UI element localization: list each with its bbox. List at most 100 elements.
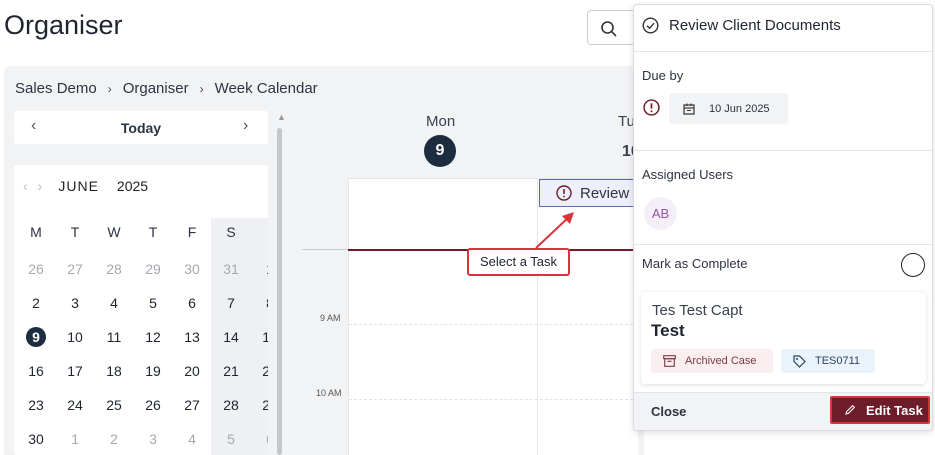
divider <box>634 150 932 151</box>
calendar-day[interactable]: 6 <box>180 295 204 311</box>
calendar-day[interactable]: 27 <box>63 261 87 277</box>
calendar-day[interactable]: 30 <box>180 261 204 277</box>
page-title: Organiser <box>4 10 123 40</box>
search-icon <box>601 21 617 37</box>
calendar-day[interactable]: 15 <box>258 329 268 345</box>
overdue-alert-icon <box>643 99 660 116</box>
archived-case-tag: Archived Case <box>651 349 773 373</box>
today-button[interactable]: Today <box>14 120 268 136</box>
mark-complete-label: Mark as Complete <box>642 256 748 271</box>
case-subtitle: Tes Test Capt <box>652 302 743 319</box>
assigned-users-label: Assigned Users <box>642 167 734 182</box>
breadcrumb-item-sales-demo[interactable]: Sales Demo <box>15 80 97 97</box>
divider <box>634 51 932 52</box>
calendar-day[interactable]: 1 <box>258 261 268 277</box>
calendar-day[interactable]: 29 <box>141 261 165 277</box>
task-detail-popover: Review Client Documents Due by 10 Jun 20… <box>633 4 933 431</box>
scroll-up-icon[interactable]: ▲ <box>277 112 286 122</box>
task-title: Review Client Documents <box>669 17 841 34</box>
month-calendar: ‹ › JUNE 2025 M T W T F S 26272829303112… <box>14 165 268 455</box>
calendar-day[interactable]: 5 <box>141 295 165 311</box>
weekday-header: S <box>226 224 236 240</box>
calendar-day[interactable]: 25 <box>102 397 126 413</box>
check-circle-icon <box>642 17 659 34</box>
all-day-divider <box>302 249 348 250</box>
hour-line <box>349 324 638 325</box>
breadcrumb-item-organiser[interactable]: Organiser <box>123 80 189 97</box>
task-event-chip[interactable]: Review <box>539 179 635 207</box>
calendar-day[interactable]: 4 <box>102 295 126 311</box>
calendar-day[interactable]: 6 <box>258 431 268 447</box>
calendar-day[interactable]: 3 <box>141 431 165 447</box>
tag-icon <box>793 354 806 368</box>
scrollbar[interactable] <box>277 128 282 455</box>
breadcrumb-item-week-calendar: Week Calendar <box>214 80 318 97</box>
calendar-day-today[interactable]: 9 <box>26 327 46 347</box>
calendar-day[interactable]: 4 <box>180 431 204 447</box>
calendar-day[interactable]: 1 <box>63 431 87 447</box>
calendar-day[interactable]: 11 <box>102 329 126 345</box>
calendar-day[interactable]: 29 <box>258 397 268 413</box>
edit-task-button[interactable]: Edit Task <box>830 396 930 424</box>
calendar-day[interactable]: 24 <box>63 397 87 413</box>
date-navigator: ‹ Today › <box>14 111 268 144</box>
calendar-day[interactable]: 2 <box>24 295 48 311</box>
weekday-header: F <box>187 224 197 240</box>
calendar-day[interactable]: 8 <box>258 295 268 311</box>
weekday-header: M <box>30 224 42 240</box>
case-reference-label: TES0711 <box>815 355 861 367</box>
calendar-icon <box>683 103 695 115</box>
calendar-day[interactable]: 5 <box>219 431 243 447</box>
time-label-10am: 10 AM <box>316 388 342 398</box>
due-date-chip[interactable]: 10 Jun 2025 <box>669 93 788 124</box>
calendar-day[interactable]: 28 <box>102 261 126 277</box>
mark-complete-toggle[interactable] <box>901 253 925 277</box>
calendar-day[interactable]: 26 <box>141 397 165 413</box>
calendar-day[interactable]: 21 <box>219 363 243 379</box>
calendar-day[interactable]: 28 <box>219 397 243 413</box>
calendar-day[interactable]: 30 <box>24 431 48 447</box>
day-header-mon: Mon <box>426 113 456 130</box>
calendar-day[interactable]: 31 <box>219 261 243 277</box>
month-label[interactable]: JUNE <box>58 178 99 194</box>
user-avatar[interactable]: AB <box>644 197 677 230</box>
next-month-icon[interactable]: › <box>38 178 43 194</box>
calendar-day[interactable]: 19 <box>141 363 165 379</box>
calendar-day[interactable]: 2 <box>102 431 126 447</box>
month-header: ‹ › JUNE 2025 <box>23 178 148 194</box>
case-title: Test <box>651 321 685 340</box>
weekday-header: W <box>107 224 121 240</box>
alert-circle-icon <box>556 185 572 201</box>
calendar-day[interactable]: 13 <box>180 329 204 345</box>
calendar-day[interactable]: 23 <box>24 397 48 413</box>
calendar-day[interactable]: 18 <box>102 363 126 379</box>
year-label[interactable]: 2025 <box>117 178 148 194</box>
calendar-day[interactable]: 12 <box>141 329 165 345</box>
week-grid[interactable] <box>348 178 638 455</box>
calendar-day[interactable]: 26 <box>24 261 48 277</box>
calendar-day[interactable]: 22 <box>258 363 268 379</box>
close-button[interactable]: Close <box>651 404 686 419</box>
previous-month-icon[interactable]: ‹ <box>23 178 28 194</box>
task-chip-label: Review <box>580 184 630 202</box>
popover-header: Review Client Documents <box>642 17 841 34</box>
calendar-day[interactable]: 14 <box>219 329 243 345</box>
breadcrumb: Sales Demo › Organiser › Week Calendar <box>15 80 318 97</box>
divider <box>634 244 932 245</box>
time-label-9am: 9 AM <box>320 313 341 323</box>
linked-case-card[interactable]: Tes Test Capt Test Archived Case TES0711 <box>641 292 926 384</box>
calendar-day[interactable]: 16 <box>24 363 48 379</box>
day-number-today[interactable]: 9 <box>424 135 456 167</box>
calendar-day[interactable]: 17 <box>63 363 87 379</box>
calendar-day[interactable]: 27 <box>180 397 204 413</box>
case-reference-tag: TES0711 <box>781 349 875 373</box>
popover-footer: Close Edit Task <box>634 392 932 430</box>
calendar-day[interactable]: 7 <box>219 295 243 311</box>
due-by-label: Due by <box>642 68 684 83</box>
pencil-icon <box>845 404 856 415</box>
calendar-day[interactable]: 3 <box>63 295 87 311</box>
next-arrow-icon[interactable]: › <box>243 117 248 135</box>
calendar-day[interactable]: 20 <box>180 363 204 379</box>
edit-task-label: Edit Task <box>866 402 923 418</box>
calendar-day[interactable]: 10 <box>63 329 87 345</box>
